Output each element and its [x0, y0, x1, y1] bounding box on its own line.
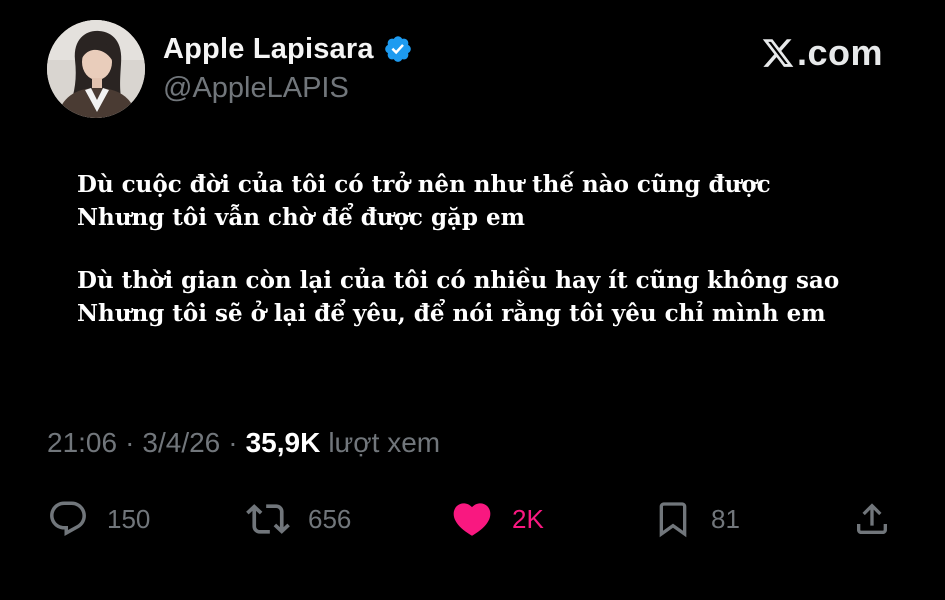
- tweet-meta: 21:06 · 3/4/26 · 35,9K lượt xem: [47, 427, 440, 459]
- tweet-paragraph-gap: [77, 234, 907, 264]
- share-icon: [857, 503, 887, 534]
- views-label: lượt xem: [328, 427, 441, 458]
- display-name[interactable]: Apple Lapisara: [163, 33, 374, 66]
- action-bar: 150 656 2K 81: [0, 495, 945, 543]
- handle[interactable]: @AppleLAPIS: [163, 72, 349, 105]
- views-count[interactable]: 35,9K: [246, 427, 321, 459]
- tweet-text: Dù cuộc đời của tôi có trở nên như thế n…: [77, 168, 907, 330]
- x-logo-icon: [762, 39, 794, 67]
- tweet-date[interactable]: 3/4/26: [142, 427, 220, 459]
- retweet-icon: [246, 504, 290, 534]
- reply-button[interactable]: 150: [47, 495, 150, 543]
- heart-icon: [453, 503, 491, 536]
- avatar-photo: [47, 20, 145, 118]
- bookmark-button[interactable]: 81: [653, 495, 740, 543]
- tweet-line: Dù thời gian còn lại của tôi có nhiều ha…: [77, 267, 840, 294]
- avatar[interactable]: [47, 20, 145, 118]
- like-count: 2K: [512, 503, 544, 534]
- retweet-count: 656: [308, 503, 352, 534]
- bookmark-count: 81: [711, 503, 740, 534]
- meta-separator: ·: [125, 427, 135, 458]
- tweet-line: Nhưng tôi sẽ ở lại để yêu, để nói rằng t…: [77, 300, 826, 327]
- tweet-time[interactable]: 21:06: [47, 427, 117, 459]
- x-com-brand: .com: [761, 30, 883, 76]
- retweet-button[interactable]: 656: [246, 495, 351, 543]
- bookmark-icon: [659, 502, 687, 538]
- tweet-line: Dù cuộc đời của tôi có trở nên như thế n…: [77, 171, 771, 198]
- reply-icon: [50, 501, 86, 536]
- verified-badge-icon: [383, 34, 413, 64]
- meta-separator: ·: [228, 427, 238, 458]
- tweet-line: Nhưng tôi vẫn chờ để được gặp em: [77, 204, 525, 231]
- share-button[interactable]: [852, 495, 892, 543]
- display-name-row[interactable]: Apple Lapisara: [163, 28, 413, 70]
- x-com-label: .com: [796, 32, 883, 73]
- reply-count: 150: [107, 503, 151, 534]
- like-button[interactable]: 2K: [450, 495, 544, 543]
